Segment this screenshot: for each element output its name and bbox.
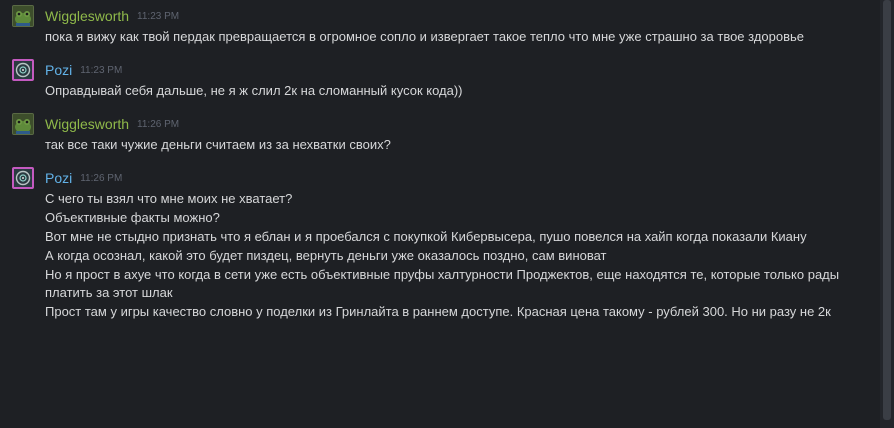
message-text: Вот мне не стыдно признать что я еблан и… xyxy=(45,229,807,244)
message-timestamp: 11:23 PM xyxy=(137,10,180,22)
message-text: Прост там у игры качество словно у подел… xyxy=(45,304,831,319)
author-name[interactable]: Wigglesworth xyxy=(45,8,129,24)
message-group: Pozi 11:26 PM С чего ты взял что мне мои… xyxy=(0,167,880,321)
message-text: Оправдывай себя дальше, не я ж слил 2к н… xyxy=(45,83,463,98)
message-text: Объективные факты можно? xyxy=(45,210,220,225)
message-header: Wigglesworth 11:23 PM xyxy=(45,5,880,27)
author-name[interactable]: Wigglesworth xyxy=(45,116,129,132)
emblem-avatar-icon[interactable] xyxy=(12,59,34,81)
frog-avatar-icon[interactable] xyxy=(12,5,34,27)
message-group: Wigglesworth 11:26 PM так все таки чужие… xyxy=(0,113,880,154)
scrollbar-thumb[interactable] xyxy=(883,0,891,420)
message-header: Pozi 11:26 PM xyxy=(45,167,880,189)
message-text: Но я прост в ахуе что когда в сети уже е… xyxy=(45,267,840,300)
chat-scrollbar[interactable] xyxy=(880,0,894,428)
author-name[interactable]: Pozi xyxy=(45,62,72,78)
emblem-avatar-icon[interactable] xyxy=(12,167,34,189)
frog-avatar-icon[interactable] xyxy=(12,113,34,135)
author-name[interactable]: Pozi xyxy=(45,170,72,186)
message-group: Pozi 11:23 PM Оправдывай себя дальше, не… xyxy=(0,59,880,100)
message-text: А когда осознал, какой это будет пиздец,… xyxy=(45,248,607,263)
message-header: Pozi 11:23 PM xyxy=(45,59,880,81)
message-header: Wigglesworth 11:26 PM xyxy=(45,113,880,135)
message-timestamp: 11:26 PM xyxy=(137,118,180,130)
message-group: Wigglesworth 11:23 PM пока я вижу как тв… xyxy=(0,5,880,46)
message-timestamp: 11:23 PM xyxy=(80,64,123,76)
message-text: так все таки чужие деньги считаем из за … xyxy=(45,137,391,152)
message-timestamp: 11:26 PM xyxy=(80,172,123,184)
message-text: пока я вижу как твой пердак превращается… xyxy=(45,29,805,44)
chat-log: Wigglesworth 11:23 PM пока я вижу как тв… xyxy=(0,0,880,428)
message-text: С чего ты взял что мне моих не хватает? xyxy=(45,191,293,206)
